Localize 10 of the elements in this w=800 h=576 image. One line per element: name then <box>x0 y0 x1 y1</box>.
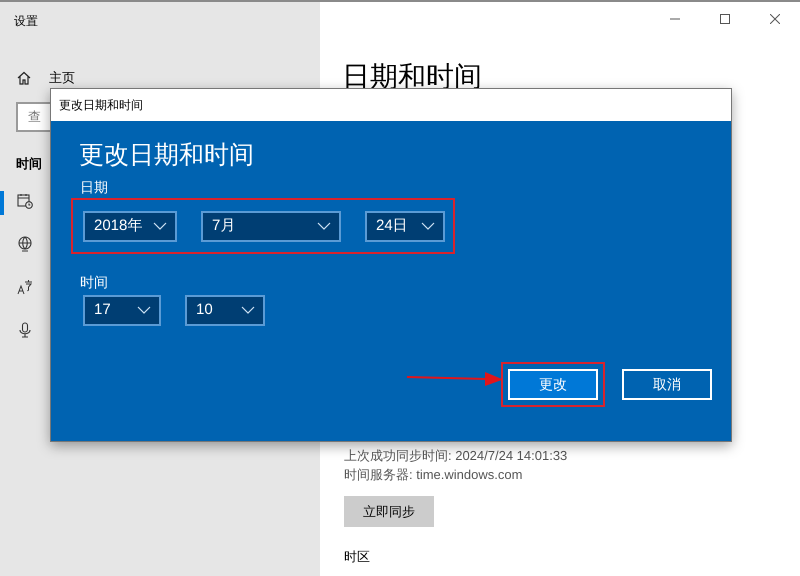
sync-status-text: 上次成功同步时间: 2024/7/24 14:01:33 <box>344 447 568 465</box>
dialog-heading: 更改日期和时间 <box>79 140 255 171</box>
page-title: 日期和时间 <box>342 60 483 94</box>
section-heading: 时区 <box>344 548 371 566</box>
section-heading: 时间 <box>16 154 42 172</box>
window-title: 设置 <box>14 13 39 30</box>
field-label: 日期 <box>80 178 109 197</box>
dialog-title: 更改日期和时间 <box>59 97 143 114</box>
field-label: 时间 <box>80 273 109 292</box>
time-server-text: 时间服务器: time.windows.com <box>344 466 524 484</box>
